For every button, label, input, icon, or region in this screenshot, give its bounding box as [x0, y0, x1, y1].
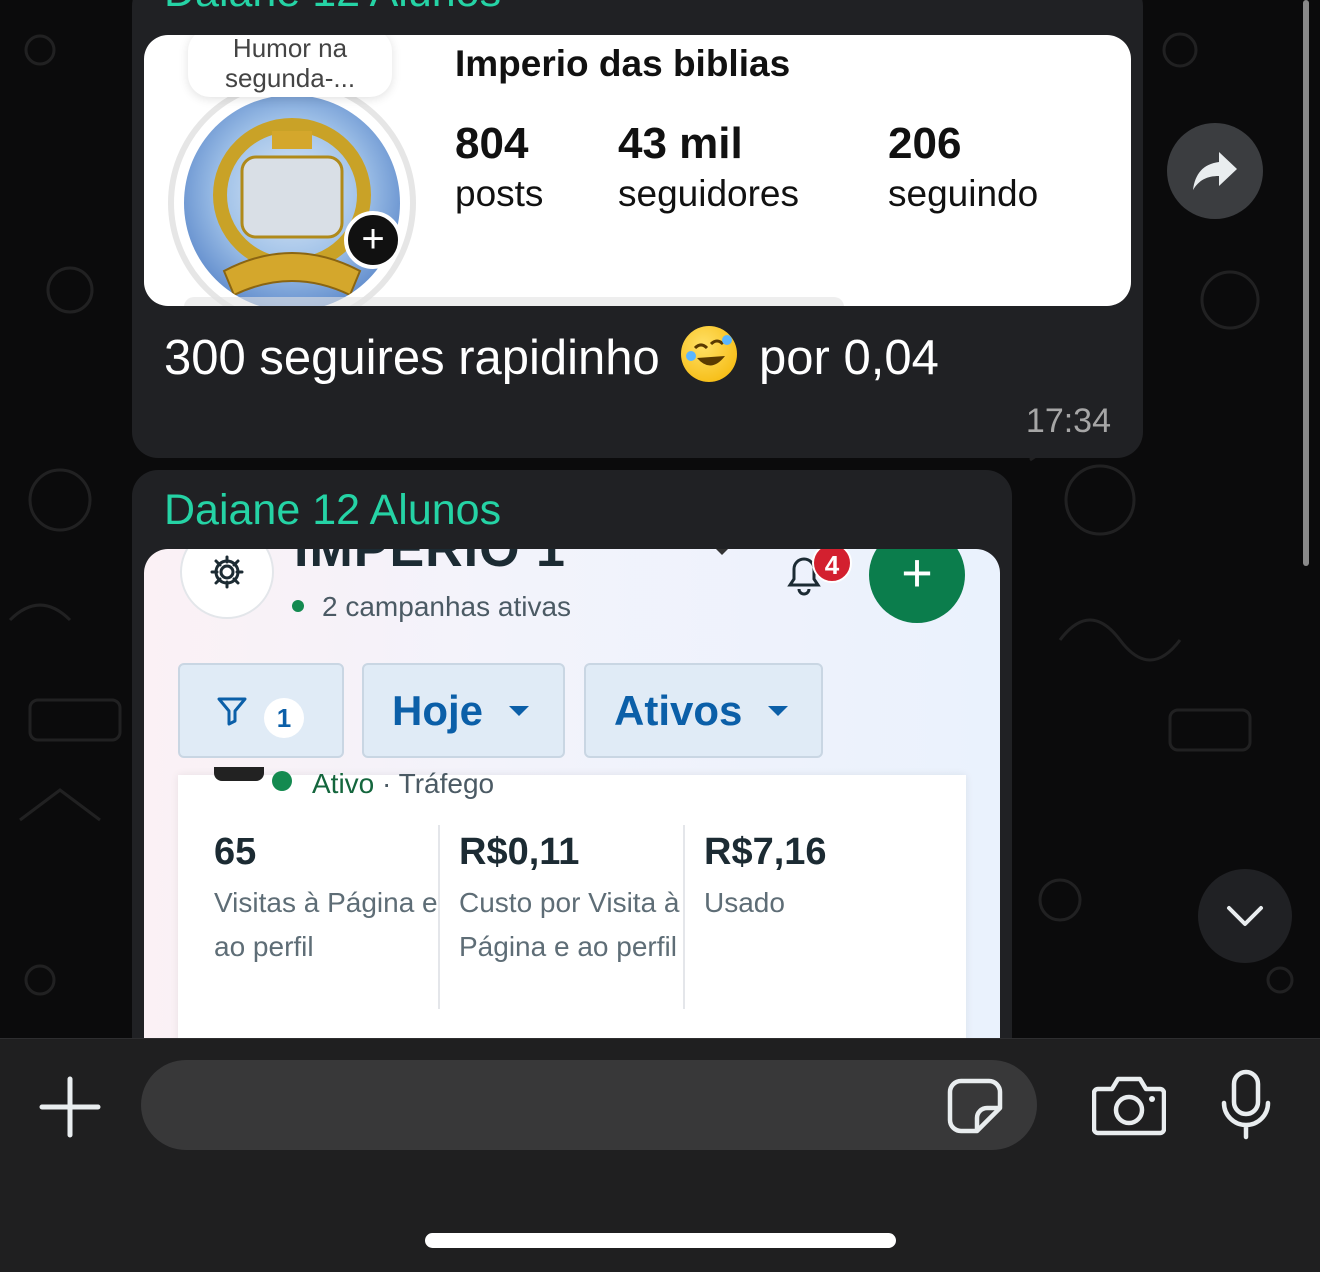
status-filter-chip: Ativos	[584, 663, 823, 758]
add-story-icon: +	[344, 211, 402, 269]
caret-down-icon	[768, 705, 789, 716]
message-text: 300 seguires rapidinho por 0,04	[164, 326, 939, 386]
metric-value: R$0,11	[459, 831, 580, 873]
message-text-part: por 0,04	[759, 331, 939, 385]
create-button: +	[869, 549, 965, 623]
stat-label: seguidores	[618, 173, 800, 214]
composer-bar	[0, 1038, 1320, 1272]
divider	[438, 825, 440, 1009]
message-text-part: 300 seguires rapidinho	[164, 331, 660, 385]
chip-label: Ativos	[614, 686, 743, 734]
scroll-to-bottom-button[interactable]	[1198, 869, 1292, 963]
scrollbar[interactable]	[1303, 0, 1309, 566]
chevron-down-icon	[1227, 906, 1263, 926]
stat-value: 206	[888, 119, 962, 168]
active-campaigns-text: 2 campanhas ativas	[322, 591, 572, 622]
active-campaigns-status: 2 campanhas ativas	[292, 591, 571, 623]
forward-button[interactable]	[1167, 123, 1263, 219]
metric-spent: R$7,16 Usado	[704, 827, 948, 925]
metric-value: R$7,16	[704, 831, 827, 873]
objective-label: Tráfego	[398, 768, 495, 799]
campaign-status: Ativo · Tráfego	[214, 767, 494, 800]
status-label: Ativo	[312, 768, 375, 799]
filter-chip: 1	[178, 663, 344, 758]
filter-icon	[217, 697, 247, 725]
plus-icon[interactable]	[38, 1075, 102, 1139]
forward-icon	[1193, 152, 1237, 190]
cropped-text	[184, 297, 844, 306]
active-dot-icon	[292, 600, 304, 612]
filter-count-badge: 1	[264, 697, 304, 738]
stat-posts: 804 posts	[455, 119, 543, 219]
rofl-emoji-icon	[681, 326, 738, 382]
stat-label: seguindo	[888, 173, 1039, 214]
message-bubble[interactable]: Daiane 12 Alunos IMPERIO 1 2 campanhas a…	[132, 470, 1012, 1149]
home-indicator[interactable]	[425, 1233, 896, 1248]
profile-note: Humor na segunda-...	[188, 35, 392, 97]
metric-label: Usado	[704, 887, 785, 918]
metric-visits: 65 Visitas à Página e ao perfil	[214, 827, 458, 969]
metric-cost-per-visit: R$0,11 Custo por Visita à Página e ao pe…	[459, 827, 703, 969]
profile-avatar	[184, 95, 400, 306]
status-dot-icon	[272, 771, 292, 791]
stat-value: 43 mil	[618, 119, 743, 168]
microphone-icon[interactable]	[1220, 1069, 1272, 1141]
stat-value: 804	[455, 119, 529, 168]
message-bubble[interactable]: Daiane 12 Alunos Humor na segunda-... + …	[132, 0, 1143, 458]
metric-label: Custo por Visita à Página e ao perfil	[459, 887, 680, 962]
sender-name[interactable]: Daiane 12 Alunos	[164, 486, 501, 535]
divider	[683, 825, 685, 1009]
bible-logo-icon	[213, 118, 371, 297]
chip-label: Hoje	[392, 686, 484, 734]
message-time: 17:34	[1025, 402, 1111, 440]
notification-badge: 4	[812, 549, 852, 583]
sender-name[interactable]: Daiane 12 Alunos	[164, 0, 501, 17]
gear-icon	[210, 555, 244, 589]
settings-button	[180, 549, 274, 619]
stat-label: posts	[455, 173, 544, 214]
caret-down-icon	[509, 705, 530, 716]
campaign-thumbnail	[214, 767, 264, 781]
date-range-chip: Hoje	[362, 663, 565, 758]
instagram-profile-image[interactable]: Humor na segunda-... + Imperio das bibli…	[144, 35, 1131, 306]
profile-name: Imperio das biblias	[455, 43, 791, 84]
stat-following: 206 seguindo	[888, 119, 1038, 219]
sticker-icon[interactable]	[947, 1078, 1003, 1134]
camera-icon[interactable]	[1092, 1075, 1166, 1137]
stat-followers: 43 mil seguidores	[618, 119, 799, 219]
metric-value: 65	[214, 831, 257, 873]
message-input[interactable]	[141, 1060, 1037, 1150]
account-title: IMPERIO 1	[294, 549, 566, 578]
account-dropdown-icon	[710, 549, 734, 555]
metric-label: Visitas à Página e ao perfil	[214, 887, 438, 962]
